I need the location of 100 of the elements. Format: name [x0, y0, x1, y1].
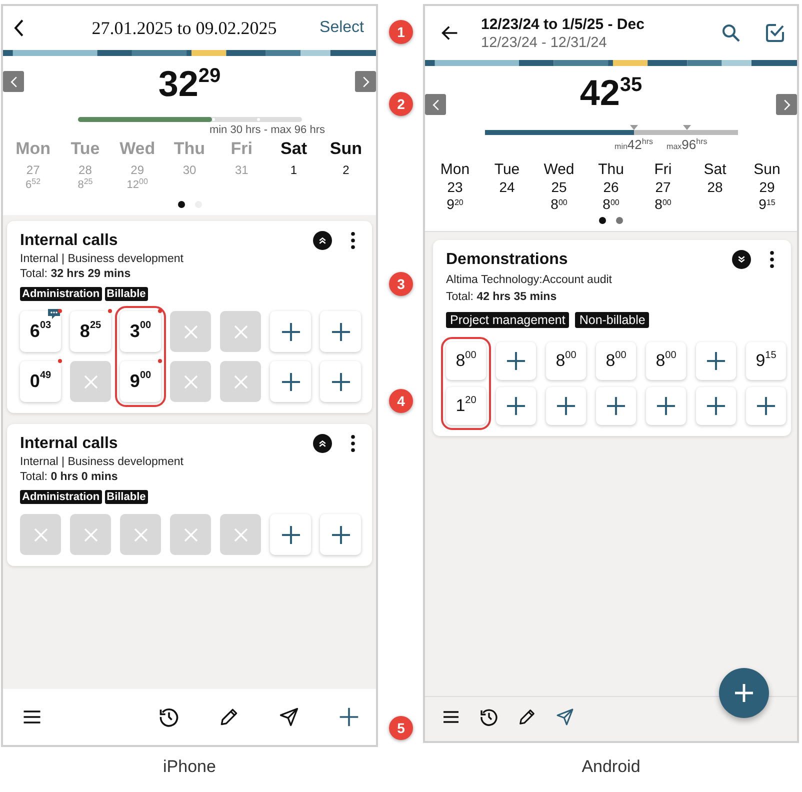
- more-options-icon[interactable]: [350, 434, 356, 453]
- search-icon[interactable]: [721, 23, 741, 43]
- unavailable-cell[interactable]: [70, 361, 111, 402]
- card-title: Internal calls: [20, 232, 119, 250]
- add-entry-button[interactable]: [320, 514, 361, 555]
- close-icon: [232, 324, 248, 340]
- next-button[interactable]: [355, 71, 376, 92]
- unavailable-cell[interactable]: [220, 514, 261, 555]
- day-name: Fri: [654, 161, 672, 178]
- add-icon[interactable]: [338, 706, 360, 728]
- time-entry[interactable]: 8$^{00}$: [646, 342, 686, 380]
- add-entry-button[interactable]: [546, 387, 586, 425]
- add-fab-button[interactable]: [719, 668, 769, 718]
- day-name: Thu: [174, 139, 206, 159]
- day-hours: 8$^{00}$: [654, 196, 672, 212]
- plus-icon: [556, 396, 576, 416]
- day-name: Wed: [544, 161, 574, 178]
- collapse-icon[interactable]: [313, 231, 332, 250]
- next-button[interactable]: [776, 94, 797, 115]
- expand-icon[interactable]: [732, 250, 751, 269]
- add-entry-button[interactable]: [696, 342, 736, 380]
- tag: Administration: [20, 287, 102, 301]
- add-entry-button[interactable]: [746, 387, 786, 425]
- date-range-title: 27.01.2025 to 09.02.2025: [90, 18, 278, 38]
- unavailable-cell[interactable]: [220, 311, 261, 352]
- add-entry-button[interactable]: [496, 342, 536, 380]
- total-hours: 32$^{29}$: [158, 65, 221, 106]
- time-entry[interactable]: 8$^{25}$: [70, 311, 111, 352]
- back-icon[interactable]: [13, 18, 25, 38]
- time-entry[interactable]: 9$^{00}$: [120, 361, 161, 402]
- pencil-icon[interactable]: [218, 706, 240, 728]
- unavailable-cell[interactable]: [120, 514, 161, 555]
- checkbox-tick-icon[interactable]: [765, 23, 785, 43]
- unavailable-cell[interactable]: [70, 514, 111, 555]
- add-entry-button[interactable]: [696, 387, 736, 425]
- day-hours: 9$^{20}$: [446, 196, 464, 212]
- tag: Project management: [446, 312, 570, 328]
- page-dot[interactable]: [599, 217, 606, 224]
- day-name: Sun: [330, 139, 362, 159]
- day-date: 1: [290, 163, 298, 177]
- time-entry[interactable]: 1$^{20}$: [446, 387, 486, 425]
- add-entry-button[interactable]: [596, 387, 636, 425]
- tag: Administration: [20, 490, 102, 504]
- add-entry-button[interactable]: [646, 387, 686, 425]
- unavailable-cell[interactable]: [170, 361, 211, 402]
- day-hours: 8$^{00}$: [602, 196, 620, 212]
- unavailable-cell[interactable]: [20, 514, 61, 555]
- time-entry[interactable]: 6$^{03}$: [20, 311, 61, 352]
- plus-icon: [734, 683, 754, 703]
- add-entry-button[interactable]: [320, 311, 361, 352]
- time-entry[interactable]: 8$^{00}$: [446, 342, 486, 380]
- time-entry[interactable]: 8$^{00}$: [596, 342, 636, 380]
- pencil-icon[interactable]: [517, 707, 537, 727]
- add-entry-button[interactable]: [320, 361, 361, 402]
- more-options-icon[interactable]: [350, 231, 356, 250]
- time-entry[interactable]: 9$^{15}$: [746, 342, 786, 380]
- close-icon: [232, 374, 248, 390]
- day-name: Tue: [494, 161, 520, 178]
- back-arrow-icon[interactable]: [441, 24, 459, 42]
- day-hours: 8$^{25}$: [78, 179, 93, 191]
- day-hours: 6$^{52}$: [26, 179, 41, 191]
- page-dot[interactable]: [178, 201, 184, 208]
- chevron-right-icon: [362, 76, 370, 88]
- previous-button[interactable]: [425, 94, 446, 115]
- send-icon[interactable]: [278, 706, 300, 728]
- collapse-icon[interactable]: [313, 434, 332, 453]
- close-icon: [232, 526, 248, 542]
- send-icon[interactable]: [555, 707, 575, 727]
- day-name: Tue: [70, 139, 100, 159]
- add-entry-button[interactable]: [270, 514, 311, 555]
- history-icon[interactable]: [479, 707, 499, 727]
- time-entry[interactable]: 0$^{49}$: [20, 361, 61, 402]
- day-name: Mon: [16, 139, 51, 159]
- day-name: Mon: [440, 161, 470, 178]
- unavailable-cell[interactable]: [220, 361, 261, 402]
- callout-number: 4: [389, 389, 413, 413]
- unavailable-cell[interactable]: [170, 311, 211, 352]
- add-entry-button[interactable]: [270, 361, 311, 402]
- previous-button[interactable]: [3, 71, 24, 92]
- time-entry[interactable]: 8$^{00}$: [546, 342, 586, 380]
- date-range-title: 12/23/24 to 1/5/25 - Dec: [481, 16, 646, 32]
- add-entry-button[interactable]: [270, 311, 311, 352]
- page-dot[interactable]: [616, 217, 623, 224]
- time-entry[interactable]: 3$^{00}$: [120, 311, 161, 352]
- unavailable-cell[interactable]: [170, 514, 211, 555]
- total-hours: 42$^{35}$: [580, 74, 642, 115]
- day-name: Thu: [598, 161, 624, 178]
- platform-caption: iPhone: [162, 757, 217, 777]
- history-icon[interactable]: [158, 706, 180, 728]
- more-options-icon[interactable]: [769, 250, 775, 269]
- card-subtitle: Internal | Business development: [20, 456, 184, 468]
- tag: Non-billable: [575, 312, 650, 328]
- add-entry-button[interactable]: [496, 387, 536, 425]
- card-subtitle: Altima Technology:Account audit: [446, 274, 613, 286]
- platform-caption: Android: [580, 757, 642, 777]
- day-date: 29: [759, 179, 775, 195]
- select-link[interactable]: Select: [320, 19, 364, 37]
- day-date: 29: [130, 163, 144, 177]
- plus-icon: [706, 396, 726, 416]
- date-range-subtitle: 12/23/24 - 12/31/24: [481, 34, 608, 50]
